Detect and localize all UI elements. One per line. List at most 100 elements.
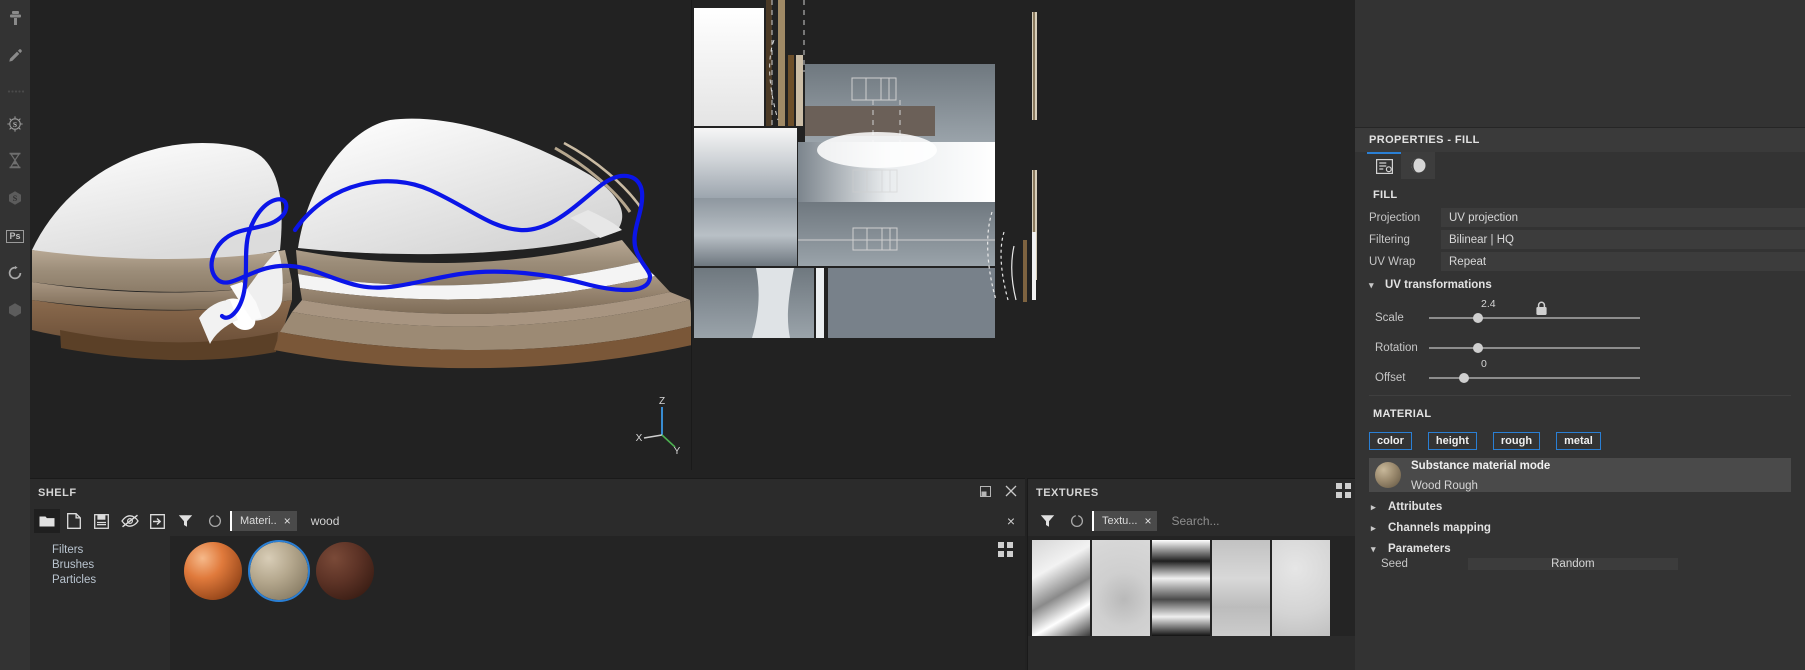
material-thumb-wood-orange[interactable]: [184, 542, 242, 600]
textures-funnel-icon[interactable]: [1032, 506, 1062, 536]
collapsible-attributes[interactable]: ▸ Attributes: [1355, 492, 1805, 513]
row-filtering: Filtering Bilinear | HQ: [1355, 229, 1805, 250]
refresh-circle-icon[interactable]: [1, 259, 29, 287]
import-icon[interactable]: [144, 509, 170, 533]
uv-texture-layout: [692, 0, 1355, 470]
textures-chip-close-icon[interactable]: ×: [1144, 514, 1151, 528]
slider-row-scale: Scale 2.4: [1355, 295, 1805, 325]
viewport-3d[interactable]: Z X Y: [30, 0, 692, 470]
baking-hourglass-icon[interactable]: [1, 146, 29, 174]
textures-grid: [1028, 483, 1355, 636]
channel-chip-color[interactable]: color: [1369, 432, 1412, 450]
axis-label-y: Y: [674, 446, 681, 455]
hide-eye-icon[interactable]: [117, 509, 143, 533]
viewport-uv[interactable]: V U: [692, 0, 1355, 470]
substance-designer-icon[interactable]: S: [1, 110, 29, 138]
slider-scale[interactable]: 2.4: [1429, 298, 1521, 325]
channel-chip-height[interactable]: height: [1427, 432, 1477, 450]
substance-source-icon[interactable]: S: [1, 184, 29, 212]
chevron-right-icon: ▸: [1371, 501, 1376, 512]
tab-properties[interactable]: [1367, 152, 1401, 179]
shelf-tree-item-filters[interactable]: Filters: [30, 542, 170, 557]
folder-icon[interactable]: [34, 509, 60, 533]
shelf-search-clear-icon[interactable]: ×: [1007, 513, 1025, 529]
collapsible-channels-mapping-label: Channels mapping: [1388, 522, 1491, 534]
photoshop-icon[interactable]: Ps: [1, 222, 29, 250]
tab-material[interactable]: [1401, 152, 1435, 179]
textures-panel: TEXTURES Textu... × Search...: [1027, 478, 1355, 670]
param-row-seed: Seed Random: [1355, 555, 1805, 570]
slider-offset-knob[interactable]: [1459, 373, 1469, 383]
shelf-file-actions: [30, 509, 170, 533]
shelf-tree-item-brushes[interactable]: Brushes: [30, 557, 170, 572]
slider-row-offset: Offset 0: [1355, 355, 1805, 385]
shelf-close-icon[interactable]: [1005, 484, 1017, 502]
substance-material-row[interactable]: Substance material mode Wood Rough: [1369, 458, 1791, 492]
shelf-titlebar: SHELF: [30, 479, 1025, 506]
properties-tabs: [1355, 152, 1805, 179]
properties-panel: PROPERTIES - FILL FILL Projection UV pro…: [1355, 0, 1805, 670]
shelf-search-input[interactable]: wood ×: [296, 506, 1025, 536]
material-thumb-wood-dark[interactable]: [316, 542, 374, 600]
textures-title: TEXTURES: [1036, 486, 1099, 499]
select-projection[interactable]: UV projection: [1441, 208, 1805, 227]
slider-rotation[interactable]: [1429, 329, 1604, 355]
shelf-filter-chip[interactable]: Materi.. ×: [230, 511, 297, 531]
new-document-icon[interactable]: [62, 509, 88, 533]
label-filtering: Filtering: [1369, 233, 1410, 246]
shelf-chip-close-icon[interactable]: ×: [284, 514, 291, 528]
substance-share-icon[interactable]: [1, 296, 29, 324]
textures-toolbar: Textu... × Search...: [1028, 506, 1355, 536]
label-rotation: Rotation: [1375, 342, 1418, 354]
texture-thumb-3[interactable]: [1152, 540, 1210, 636]
material-thumb-wood-rough[interactable]: [248, 540, 310, 602]
shelf-maximize-icon[interactable]: [980, 484, 991, 502]
texture-thumb-1[interactable]: [1032, 540, 1090, 636]
slider-rotation-knob[interactable]: [1473, 343, 1483, 353]
slider-row-rotation: Rotation: [1355, 325, 1805, 355]
texture-thumb-4[interactable]: [1212, 540, 1270, 636]
channel-chip-metal[interactable]: metal: [1556, 432, 1601, 450]
funnel-icon[interactable]: [170, 506, 200, 536]
axis-label-z: Z: [659, 396, 665, 407]
refresh-icon[interactable]: [200, 506, 230, 536]
collapsible-parameters[interactable]: ▾ Parameters: [1355, 534, 1805, 555]
texture-thumb-2[interactable]: [1092, 540, 1150, 636]
shelf-grid-view-toggle[interactable]: [998, 542, 1013, 557]
shelf-title: SHELF: [38, 486, 77, 499]
slider-rotation-secondary-track[interactable]: [1560, 347, 1640, 349]
shelf-panel: SHELF Materi.. × wood × Filters Brushes …: [30, 478, 1025, 670]
slider-offset[interactable]: 0: [1429, 358, 1521, 385]
chevron-right-icon: ▸: [1371, 522, 1376, 533]
param-value-seed[interactable]: Random: [1467, 558, 1678, 570]
shelf-tree-item-particles[interactable]: Particles: [30, 572, 170, 587]
collapsible-channels-mapping[interactable]: ▸ Channels mapping: [1355, 513, 1805, 534]
textures-filter-chip[interactable]: Textu... ×: [1092, 511, 1158, 531]
group-uv-transformations[interactable]: ▾ UV transformations: [1355, 273, 1805, 295]
slider-scale-knob[interactable]: [1473, 313, 1483, 323]
textures-search-input[interactable]: Search...: [1157, 506, 1355, 536]
chevron-down-icon: ▾: [1369, 279, 1374, 290]
viewport-3d-axis-gizmo: Z X Y: [635, 395, 692, 457]
channel-chip-rough[interactable]: rough: [1492, 432, 1541, 450]
value-offset: 0: [1481, 358, 1487, 370]
slider-scale-secondary-track[interactable]: [1520, 317, 1640, 319]
slider-offset-track[interactable]: [1429, 377, 1521, 379]
textures-grid-view-toggle[interactable]: [1336, 483, 1351, 498]
substance-material-mode-label: Substance material mode: [1411, 460, 1551, 472]
eyedropper-icon[interactable]: [1, 41, 29, 69]
shelf-body: Filters Brushes Particles: [30, 536, 1025, 670]
label-projection: Projection: [1369, 211, 1421, 224]
label-offset: Offset: [1375, 372, 1406, 384]
collapsible-attributes-label: Attributes: [1388, 501, 1443, 513]
fill-section-title: FILL: [1373, 189, 1398, 201]
texture-thumb-5[interactable]: [1272, 540, 1330, 636]
select-uv-wrap[interactable]: Repeat: [1441, 252, 1805, 271]
collapsible-parameters-label: Parameters: [1388, 543, 1451, 555]
select-filtering[interactable]: Bilinear | HQ: [1441, 230, 1805, 249]
book-model-render: [32, 118, 692, 369]
textures-refresh-icon[interactable]: [1062, 506, 1092, 536]
slider-offset-secondary-track[interactable]: [1520, 377, 1640, 379]
clone-stamp-icon[interactable]: [1, 4, 29, 32]
save-icon[interactable]: [89, 509, 115, 533]
